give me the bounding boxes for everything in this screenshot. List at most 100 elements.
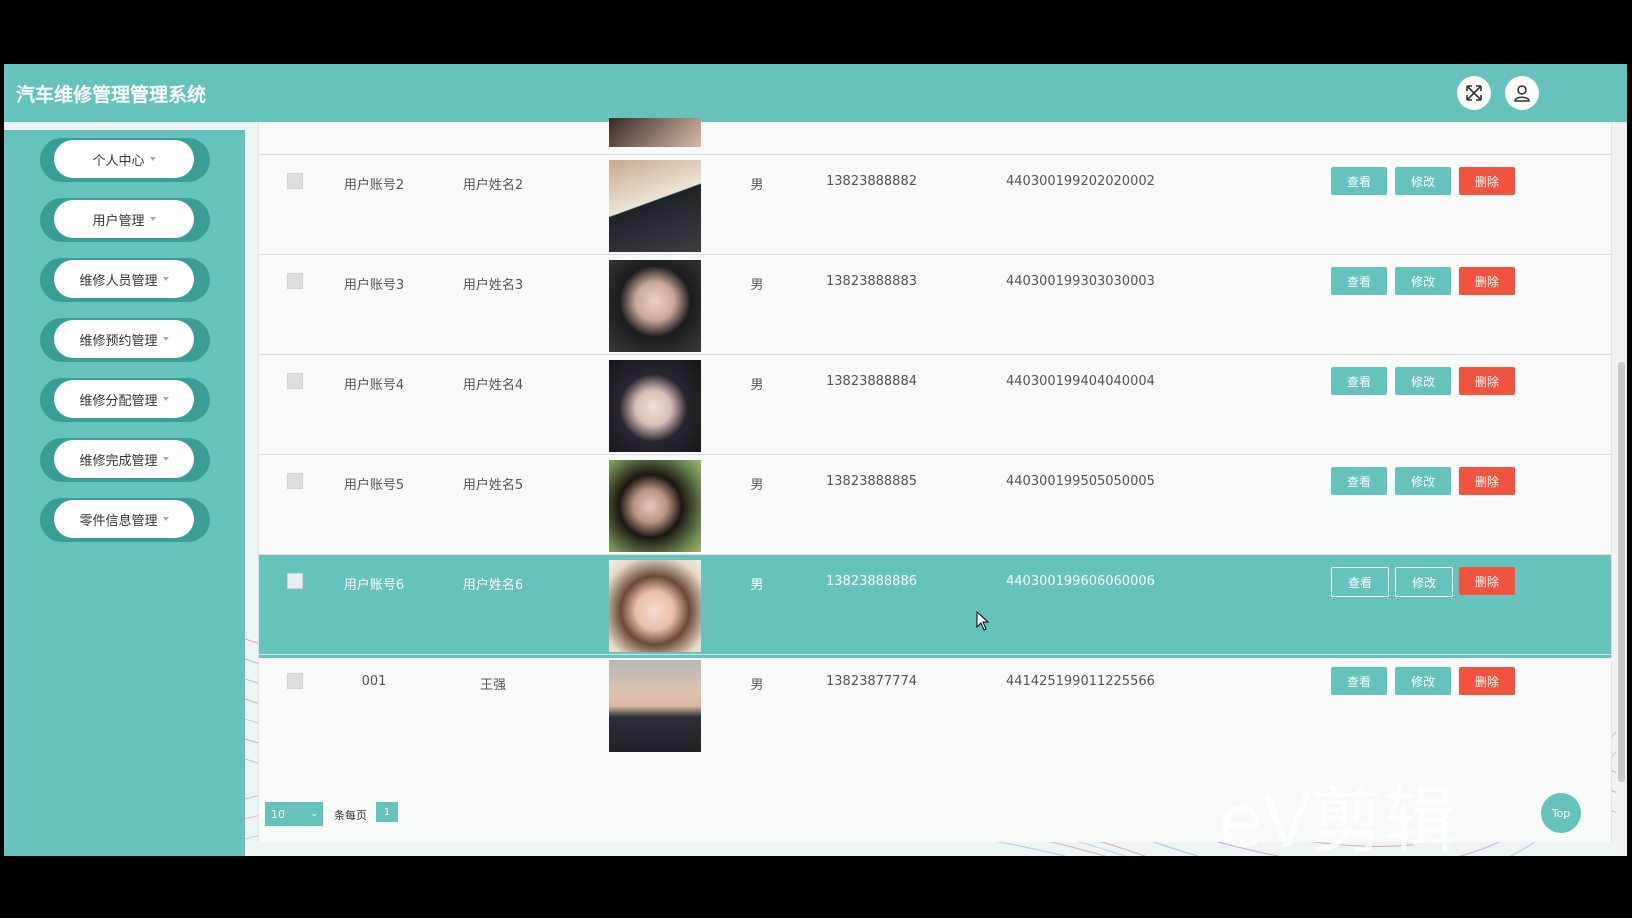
user-table: 用户账号2 用户姓名2 男 13823888882 44030019920202… <box>258 118 1612 842</box>
edit-button[interactable]: 修改 <box>1395 167 1451 195</box>
scrollbar-thumb[interactable] <box>1618 362 1625 782</box>
sidebar-item-label: 维修人员管理 <box>79 273 158 289</box>
page-size-select[interactable]: 10 ⌄ <box>265 802 323 826</box>
gender-cell: 男 <box>750 378 764 393</box>
table-row-highlighted[interactable]: 用户账号6 用户姓名6 男 13823888886 44030019960606… <box>259 554 1611 658</box>
row-checkbox[interactable] <box>287 373 303 389</box>
edit-button[interactable]: 修改 <box>1395 667 1451 695</box>
view-button[interactable]: 查看 <box>1331 167 1387 195</box>
view-button[interactable]: 查看 <box>1331 567 1389 597</box>
sidebar-item-label: 维修分配管理 <box>79 393 158 409</box>
delete-button[interactable]: 删除 <box>1459 367 1515 395</box>
sidebar-item-user-management[interactable]: 用户管理 <box>40 198 210 242</box>
name-cell: 用户姓名4 <box>462 378 524 393</box>
delete-button[interactable]: 删除 <box>1459 567 1515 595</box>
sidebar: 个人中心 用户管理 维修人员管理 维修预约管理 维修分配管理 维修完成管理 零件… <box>4 130 245 856</box>
page-size-label: 条每页 <box>334 809 367 822</box>
id-card-cell: 440300199505050005 <box>1006 474 1155 489</box>
id-card-cell: 440300199404040004 <box>1006 374 1155 389</box>
chevron-down-icon: ⌄ <box>310 809 318 819</box>
avatar <box>609 460 701 552</box>
edit-button[interactable]: 修改 <box>1395 567 1453 597</box>
avatar <box>609 118 701 147</box>
account-cell: 用户账号3 <box>343 278 405 293</box>
row-checkbox[interactable] <box>287 273 303 289</box>
table-row[interactable]: 001 王强 男 13823877774 441425199011225566 … <box>259 654 1611 758</box>
sidebar-item-repair-completion[interactable]: 维修完成管理 <box>40 438 210 482</box>
caret-down-icon <box>162 397 169 401</box>
avatar <box>609 260 701 352</box>
row-checkbox[interactable] <box>287 673 303 689</box>
phone-cell: 13823888885 <box>826 474 917 489</box>
gender-cell: 男 <box>750 178 764 193</box>
watermark: eV剪辑 <box>1218 779 1456 863</box>
caret-down-icon <box>162 337 169 341</box>
sidebar-item-label: 用户管理 <box>92 213 145 229</box>
sidebar-item-personal-center[interactable]: 个人中心 <box>40 138 210 182</box>
view-button[interactable]: 查看 <box>1331 467 1387 495</box>
top-header: 汽车维修管理管理系统 <box>4 64 1627 122</box>
name-cell: 王强 <box>479 678 507 693</box>
app-window: 汽车维修管理管理系统 个人中心 用户管理 维修人员管理 维修预约管理 维修分配管… <box>4 64 1627 856</box>
sidebar-item-label: 维修预约管理 <box>79 333 158 349</box>
caret-down-icon <box>149 217 156 221</box>
account-cell: 用户账号2 <box>343 178 405 193</box>
name-cell: 用户姓名5 <box>462 478 524 493</box>
fullscreen-icon <box>1466 85 1482 101</box>
table-row-partial <box>259 118 1611 154</box>
id-card-cell: 441425199011225566 <box>1006 674 1155 689</box>
view-button[interactable]: 查看 <box>1331 367 1387 395</box>
name-cell: 用户姓名3 <box>462 278 524 293</box>
id-card-cell: 440300199202020002 <box>1006 174 1155 189</box>
sidebar-item-label: 零件信息管理 <box>79 513 158 529</box>
table-row[interactable]: 用户账号4 用户姓名4 男 13823888884 44030019940404… <box>259 354 1611 458</box>
user-icon <box>1514 85 1530 102</box>
caret-down-icon <box>149 157 156 161</box>
phone-cell: 13823888884 <box>826 374 917 389</box>
row-checkbox[interactable] <box>287 573 303 589</box>
delete-button[interactable]: 删除 <box>1459 167 1515 195</box>
name-cell: 用户姓名6 <box>462 578 524 593</box>
sidebar-item-parts-info[interactable]: 零件信息管理 <box>40 498 210 542</box>
table-row[interactable]: 用户账号2 用户姓名2 男 13823888882 44030019920202… <box>259 154 1611 258</box>
id-card-cell: 440300199606060006 <box>1006 574 1155 589</box>
page-size-value: 10 <box>271 807 285 821</box>
edit-button[interactable]: 修改 <box>1395 267 1451 295</box>
caret-down-icon <box>162 517 169 521</box>
avatar <box>609 660 701 752</box>
gender-cell: 男 <box>750 678 764 693</box>
phone-cell: 13823888882 <box>826 174 917 189</box>
sidebar-item-label: 维修完成管理 <box>79 453 158 469</box>
sidebar-item-repair-assignment[interactable]: 维修分配管理 <box>40 378 210 422</box>
delete-button[interactable]: 删除 <box>1459 267 1515 295</box>
row-checkbox[interactable] <box>287 473 303 489</box>
edit-button[interactable]: 修改 <box>1395 367 1451 395</box>
delete-button[interactable]: 删除 <box>1459 467 1515 495</box>
sidebar-item-label: 个人中心 <box>92 153 145 169</box>
mouse-cursor-icon <box>976 611 990 631</box>
view-button[interactable]: 查看 <box>1331 267 1387 295</box>
account-cell: 用户账号6 <box>343 578 405 593</box>
back-to-top-button[interactable]: Top <box>1541 793 1581 833</box>
table-row[interactable]: 用户账号3 用户姓名3 男 13823888883 44030019930303… <box>259 254 1611 358</box>
table-row[interactable]: 用户账号5 用户姓名5 男 13823888885 44030019950505… <box>259 454 1611 558</box>
account-cell: 用户账号4 <box>343 378 405 393</box>
phone-cell: 13823888886 <box>826 574 917 589</box>
sidebar-item-repair-appointment[interactable]: 维修预约管理 <box>40 318 210 362</box>
view-button[interactable]: 查看 <box>1331 667 1387 695</box>
row-checkbox[interactable] <box>287 173 303 189</box>
sidebar-item-repair-staff[interactable]: 维修人员管理 <box>40 258 210 302</box>
caret-down-icon <box>162 277 169 281</box>
name-cell: 用户姓名2 <box>462 178 524 193</box>
vertical-scrollbar[interactable] <box>1616 122 1627 856</box>
gender-cell: 男 <box>750 278 764 293</box>
app-title: 汽车维修管理管理系统 <box>16 84 207 106</box>
page-number-button[interactable]: 1 <box>376 802 398 822</box>
edit-button[interactable]: 修改 <box>1395 467 1451 495</box>
id-card-cell: 440300199303030003 <box>1006 274 1155 289</box>
phone-cell: 13823877774 <box>826 674 917 689</box>
fullscreen-button[interactable] <box>1457 76 1491 110</box>
delete-button[interactable]: 删除 <box>1459 667 1515 695</box>
avatar <box>609 360 701 452</box>
user-button[interactable] <box>1505 76 1539 110</box>
